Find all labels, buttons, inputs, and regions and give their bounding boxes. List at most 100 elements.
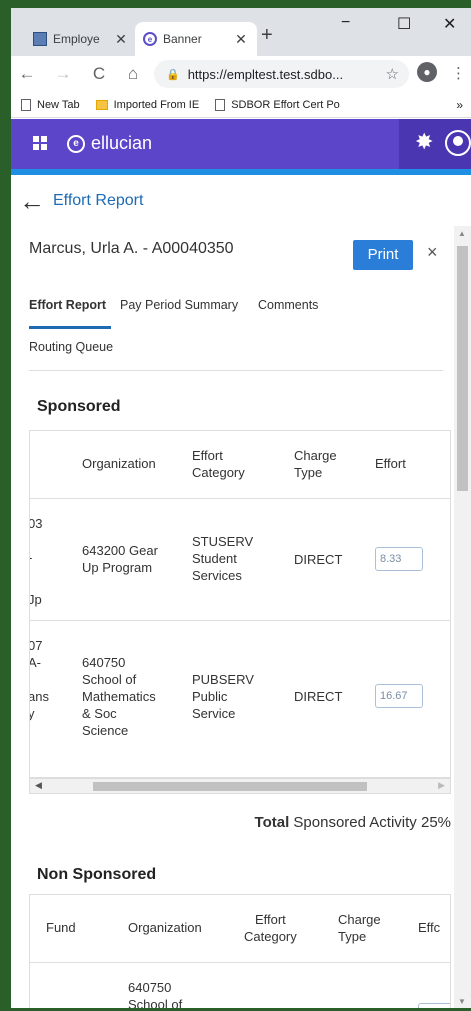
ellucian-logo-icon: e (67, 134, 85, 153)
scroll-down-icon[interactable]: ▼ (458, 997, 466, 1006)
clipped-cell: Jp (29, 592, 42, 607)
effort-input[interactable]: 8.33 (375, 547, 423, 571)
clipped-cell: 03 (29, 516, 43, 531)
category-cell: PUBSERV Public Service (192, 672, 254, 721)
address-bar[interactable]: 🔒 https://empltest.test.sdbo... ☆ (154, 60, 409, 88)
back-arrow-icon[interactable]: ← (19, 188, 45, 214)
person-heading: Marcus, Urla A. - A00040350 (29, 240, 234, 257)
tab-effort-report[interactable]: Effort Report (29, 298, 106, 312)
browser-window: Employe ✕ e Banner ✕ + − ☐ ✕ ← → C ⌂ 🔒 h… (11, 8, 471, 1008)
tab-title: Employe (53, 32, 100, 46)
header-organization: Organization (82, 456, 156, 471)
header-effort: Effc (418, 920, 441, 935)
non-sponsored-table: Fund Organization Effort Category Charge… (29, 894, 451, 1008)
clipped-cell: ans (29, 689, 49, 704)
user-avatar-icon[interactable] (445, 130, 471, 156)
effort-input[interactable]: 16.67 (375, 684, 423, 708)
menu-kebab-icon[interactable]: ⋮ (451, 64, 466, 82)
bookmark-new-tab[interactable]: New Tab (21, 98, 80, 111)
header-actions: ✸ (399, 119, 471, 169)
header-organization: Organization (128, 920, 202, 935)
scroll-left-icon[interactable]: ◀ (35, 780, 42, 791)
gear-icon[interactable]: ✸ (415, 129, 433, 155)
sponsored-heading: Sponsored (37, 398, 121, 415)
employee-favicon-icon (33, 32, 47, 46)
tab-routing-queue[interactable]: Routing Queue (29, 340, 113, 354)
tab-pay-period-summary[interactable]: Pay Period Summary (120, 298, 238, 312)
accent-stripe (11, 169, 471, 175)
header-effort-category: Effort Category (192, 448, 245, 480)
reload-icon[interactable]: C (87, 64, 111, 84)
bookmarks-bar: New Tab Imported From IE SDBOR Effort Ce… (11, 92, 471, 118)
page-icon (215, 98, 226, 111)
horizontal-scrollbar[interactable]: ◀ ▶ (29, 778, 451, 794)
header-effort-category: Effort Category (244, 912, 297, 944)
brand-name: ellucian (91, 133, 153, 153)
effort-report-panel: Marcus, Urla A. - A00040350 Print × Effo… (19, 226, 453, 1008)
bookmark-label: SDBOR Effort Cert Po (231, 98, 340, 111)
table-header-row: Fund Organization Effort Category Charge… (30, 895, 450, 963)
bookmark-label: Imported From IE (113, 98, 200, 111)
tab-employee[interactable]: Employe ✕ (25, 22, 137, 56)
scroll-thumb[interactable] (457, 246, 468, 491)
page-icon (21, 98, 31, 111)
bookmarks-overflow[interactable]: » (456, 98, 463, 112)
account-icon[interactable]: ● (417, 62, 437, 82)
category-cell: STUSERV Student Services (192, 534, 254, 583)
organization-cell: 643200 Gear Up Program (82, 543, 158, 575)
charge-type-cell: DIRECT (294, 689, 343, 704)
app-header: e ellucian ✸ (11, 119, 471, 169)
forward-icon[interactable]: → (51, 64, 75, 84)
maximize-button[interactable]: ☐ (397, 14, 411, 34)
scroll-thumb[interactable] (93, 782, 367, 791)
total-value: Sponsored Activity 25% (293, 814, 451, 831)
browser-toolbar: ← → C ⌂ 🔒 https://empltest.test.sdbo... … (11, 56, 471, 92)
tab-banner[interactable]: e Banner ✕ (135, 22, 257, 56)
total-label: Total (254, 814, 290, 831)
print-button[interactable]: Print (353, 240, 413, 270)
sponsored-table: Organization Effort Category Charge Type… (29, 430, 451, 778)
tab-comments[interactable]: Comments (258, 298, 318, 312)
back-link[interactable]: ← Effort Report (19, 188, 143, 214)
minimize-button[interactable]: − (341, 14, 350, 32)
back-icon[interactable]: ← (15, 64, 39, 84)
app-grid-icon[interactable] (33, 136, 47, 150)
table-row: 07 A- ans y 640750 School of Mathematics… (29, 621, 450, 777)
clipped-cell: y (30, 705, 35, 722)
bookmark-imported[interactable]: Imported From IE (95, 98, 200, 111)
effort-input[interactable] (418, 1003, 450, 1008)
url-text: https://empltest.test.sdbo... (187, 66, 344, 82)
header-charge-type: Charge Type (294, 448, 337, 480)
header-effort: Effort (375, 456, 406, 471)
header-charge-type: Charge Type (338, 912, 381, 944)
bookmark-star-icon[interactable]: ☆ (386, 65, 399, 83)
bookmark-sdbor[interactable]: SDBOR Effort Cert Po (215, 98, 340, 111)
charge-type-cell: DIRECT (294, 552, 343, 567)
lock-icon: 🔒 (166, 68, 180, 81)
close-icon[interactable]: × (427, 242, 438, 263)
close-window-button[interactable]: ✕ (443, 14, 456, 34)
close-tab-icon[interactable]: ✕ (113, 31, 129, 48)
clipped-cell: 07 (29, 638, 43, 653)
bookmark-label: New Tab (37, 98, 80, 111)
header-fund: Fund (46, 920, 76, 935)
organization-cell: 640750 School of (128, 980, 183, 1008)
close-tab-icon[interactable]: ✕ (233, 31, 249, 48)
folder-icon (95, 99, 108, 110)
active-tab-indicator (29, 326, 111, 329)
back-label[interactable]: Effort Report (53, 192, 143, 210)
non-sponsored-heading: Non Sponsored (37, 866, 157, 883)
sponsored-total: Total Sponsored Activity 25% (255, 814, 451, 831)
table-row: 03 - Jp 643200 Gear Up Program STUSERV S… (30, 499, 450, 621)
tab-strip: Employe ✕ e Banner ✕ + − ☐ ✕ (11, 8, 471, 56)
table-header-row: Organization Effort Category Charge Type… (30, 431, 450, 499)
tabs-divider (29, 370, 443, 371)
tab-title: Banner (163, 32, 202, 46)
vertical-scrollbar[interactable]: ▲ ▼ (454, 226, 471, 1008)
fund-cell: 637050 (46, 1005, 89, 1008)
scroll-up-icon[interactable]: ▲ (458, 229, 466, 238)
new-tab-button[interactable]: + (261, 24, 273, 47)
home-icon[interactable]: ⌂ (121, 64, 145, 84)
table-row: 640750 School of 637050 (30, 963, 450, 1008)
scroll-right-icon[interactable]: ▶ (438, 780, 445, 791)
